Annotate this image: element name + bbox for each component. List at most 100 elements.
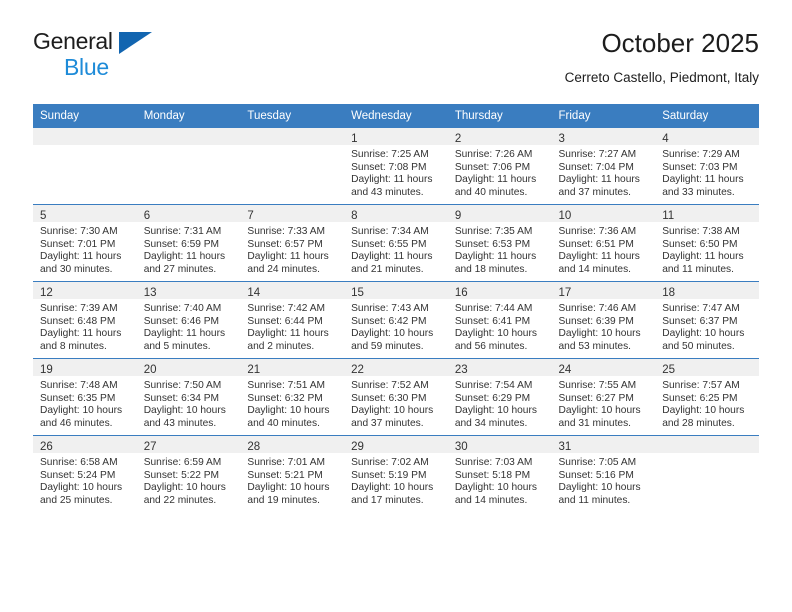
calendar-day-cell[interactable]: 1 Sunrise: 7:25 AM Sunset: 7:08 PM Daylight…	[344, 127, 448, 205]
calendar-day-cell[interactable]: 25 Sunrise: 7:57 AM Sunset: 6:25 PM Dayligh…	[655, 358, 759, 436]
calendar-day-cell[interactable]: 24 Sunrise: 7:55 AM Sunset: 6:27 PM Dayligh…	[551, 358, 656, 436]
sunset-text: Sunset: 7:08 PM	[351, 161, 427, 173]
sunrise-text: Sunrise: 7:51 AM	[247, 380, 325, 391]
calendar-day-cell[interactable]: 8 Sunrise: 7:34 AM Sunset: 6:55 PM Daylight…	[344, 204, 448, 282]
calendar-day-cell[interactable]: 20 Sunrise: 7:50 AM Sunset: 6:34 PM Dayligh…	[136, 358, 241, 436]
calendar-day-cell[interactable]: 7 Sunrise: 7:33 AM Sunset: 6:57 PM Daylight…	[240, 204, 345, 282]
sunset-text: Sunset: 6:37 PM	[662, 315, 738, 327]
calendar-day-cell[interactable]: 26 Sunrise: 6:58 AM Sunset: 5:24 PM Dayligh…	[33, 435, 137, 512]
sunrise-text: Sunrise: 7:38 AM	[662, 226, 740, 237]
day-cell-content	[136, 128, 241, 204]
general-blue-logo[interactable]: General Blue	[33, 28, 233, 88]
daylight-text-line1: Daylight: 10 hours	[143, 405, 226, 417]
sunrise-text: Sunrise: 7:25 AM	[351, 149, 429, 160]
day-cell-content: 31 Sunrise: 7:05 AM Sunset: 5:16 PM Dayligh…	[551, 436, 656, 512]
daylight-text-line2: and 28 minutes.	[662, 417, 735, 429]
day-number-band: 30	[447, 436, 552, 453]
calendar-day-cell[interactable]: 30 Sunrise: 7:03 AM Sunset: 5:18 PM Dayligh…	[447, 435, 552, 512]
day-cell-content: 25 Sunrise: 7:57 AM Sunset: 6:25 PM Dayligh…	[655, 359, 759, 435]
sunset-text: Sunset: 6:55 PM	[351, 238, 427, 250]
daylight-text-line2: and 11 minutes.	[662, 263, 734, 275]
day-number: 9	[454, 210, 462, 222]
logo-text-blue: Blue	[64, 54, 109, 80]
calendar-day-cell[interactable]: 19 Sunrise: 7:48 AM Sunset: 6:35 PM Dayligh…	[33, 358, 137, 436]
day-cell-content: 26 Sunrise: 6:58 AM Sunset: 5:24 PM Dayligh…	[33, 436, 137, 512]
calendar-day-cell[interactable]: 15 Sunrise: 7:43 AM Sunset: 6:42 PM Dayligh…	[344, 281, 448, 359]
logo-text-general: General	[33, 28, 113, 54]
day-number: 6	[143, 210, 151, 222]
calendar-week-row: 26 Sunrise: 6:58 AM Sunset: 5:24 PM Dayligh…	[33, 435, 759, 512]
day-sun-info: Sunrise: 6:59 AM Sunset: 5:22 PM Daylight:…	[137, 453, 241, 507]
calendar-day-cell[interactable]: 17 Sunrise: 7:46 AM Sunset: 6:39 PM Dayligh…	[551, 281, 656, 359]
day-cell-content: 8 Sunrise: 7:34 AM Sunset: 6:55 PM Daylight…	[344, 205, 448, 281]
day-cell-content: 17 Sunrise: 7:46 AM Sunset: 6:39 PM Dayligh…	[551, 282, 656, 358]
calendar-day-cell[interactable]: 4 Sunrise: 7:29 AM Sunset: 7:03 PM Daylight…	[655, 127, 759, 205]
sunrise-text: Sunrise: 7:31 AM	[143, 226, 222, 237]
day-cell-content: 3 Sunrise: 7:27 AM Sunset: 7:04 PM Daylight…	[551, 128, 656, 204]
calendar-day-cell[interactable]: 27 Sunrise: 6:59 AM Sunset: 5:22 PM Dayligh…	[136, 435, 241, 512]
daylight-text-line1: Daylight: 10 hours	[351, 328, 434, 340]
day-cell-content: 1 Sunrise: 7:25 AM Sunset: 7:08 PM Daylight…	[344, 128, 448, 204]
sunrise-text: Sunrise: 7:57 AM	[662, 380, 740, 391]
calendar-day-cell[interactable]: 5 Sunrise: 7:30 AM Sunset: 7:01 PM Daylight…	[33, 204, 137, 282]
day-number-band: 3	[551, 128, 656, 145]
calendar-day-cell[interactable]: 16 Sunrise: 7:44 AM Sunset: 6:41 PM Dayligh…	[447, 281, 552, 359]
sunrise-text: Sunrise: 7:44 AM	[454, 303, 533, 314]
calendar-day-cell[interactable]: 13 Sunrise: 7:40 AM Sunset: 6:46 PM Dayligh…	[136, 281, 241, 359]
day-cell-content: 16 Sunrise: 7:44 AM Sunset: 6:41 PM Dayligh…	[447, 282, 552, 358]
calendar-day-cell[interactable]: 9 Sunrise: 7:35 AM Sunset: 6:53 PM Daylight…	[447, 204, 552, 282]
daylight-text-line2: and 2 minutes.	[247, 340, 315, 352]
day-number-band: 19	[33, 359, 137, 376]
daylight-text-line2: and 27 minutes.	[143, 263, 217, 275]
calendar-day-cell[interactable]: 10 Sunrise: 7:36 AM Sunset: 6:51 PM Dayligh…	[551, 204, 656, 282]
calendar-week-row: 5 Sunrise: 7:30 AM Sunset: 7:01 PM Daylight…	[33, 204, 759, 282]
sunset-text: Sunset: 6:48 PM	[40, 315, 116, 327]
title-block: October 2025 Cerreto Castello, Piedmont,…	[565, 28, 759, 87]
day-sun-info: Sunrise: 7:43 AM Sunset: 6:42 PM Daylight:…	[344, 299, 448, 353]
day-number-band: 25	[655, 359, 759, 376]
weekday-header-row: Sunday Monday Tuesday Wednesday Thursday…	[33, 104, 759, 128]
day-sun-info: Sunrise: 7:40 AM Sunset: 6:46 PM Daylight:…	[137, 299, 241, 353]
day-number: 11	[662, 210, 675, 222]
calendar-day-cell[interactable]: 14 Sunrise: 7:42 AM Sunset: 6:44 PM Dayligh…	[240, 281, 345, 359]
day-number-band: 9	[447, 205, 552, 222]
calendar-day-cell[interactable]: 11 Sunrise: 7:38 AM Sunset: 6:50 PM Dayligh…	[655, 204, 759, 282]
daylight-text-line1: Daylight: 11 hours	[40, 328, 122, 340]
calendar-day-cell[interactable]: 21 Sunrise: 7:51 AM Sunset: 6:32 PM Dayligh…	[240, 358, 345, 436]
sunrise-text: Sunrise: 7:48 AM	[40, 380, 118, 391]
daylight-text-line1: Daylight: 11 hours	[351, 251, 433, 263]
calendar-day-cell[interactable]: 18 Sunrise: 7:47 AM Sunset: 6:37 PM Dayligh…	[655, 281, 759, 359]
daylight-text-line1: Daylight: 11 hours	[247, 328, 329, 340]
calendar-week-row: 1 Sunrise: 7:25 AM Sunset: 7:08 PM Daylight…	[33, 127, 759, 205]
daylight-text-line2: and 25 minutes.	[40, 494, 113, 506]
daylight-text-line1: Daylight: 10 hours	[558, 405, 641, 417]
calendar-day-cell[interactable]: 12 Sunrise: 7:39 AM Sunset: 6:48 PM Dayligh…	[33, 281, 137, 359]
sunset-text: Sunset: 6:46 PM	[143, 315, 220, 327]
day-cell-content: 24 Sunrise: 7:55 AM Sunset: 6:27 PM Dayligh…	[551, 359, 656, 435]
calendar-day-cell[interactable]: 2 Sunrise: 7:26 AM Sunset: 7:06 PM Daylight…	[447, 127, 552, 205]
daylight-text-line1: Daylight: 10 hours	[351, 482, 434, 494]
day-cell-content: 4 Sunrise: 7:29 AM Sunset: 7:03 PM Daylight…	[655, 128, 759, 204]
sunset-text: Sunset: 5:19 PM	[351, 469, 427, 481]
day-sun-info: Sunrise: 7:42 AM Sunset: 6:44 PM Daylight:…	[240, 299, 344, 353]
calendar-day-cell[interactable]: 29 Sunrise: 7:02 AM Sunset: 5:19 PM Dayligh…	[344, 435, 448, 512]
daylight-text-line1: Daylight: 11 hours	[558, 174, 640, 186]
day-number-band	[655, 436, 759, 453]
daylight-text-line1: Daylight: 10 hours	[558, 328, 641, 340]
calendar-day-cell[interactable]: 23 Sunrise: 7:54 AM Sunset: 6:29 PM Dayligh…	[447, 358, 552, 436]
calendar-day-cell[interactable]: 3 Sunrise: 7:27 AM Sunset: 7:04 PM Daylight…	[551, 127, 656, 205]
day-cell-content: 19 Sunrise: 7:48 AM Sunset: 6:35 PM Dayligh…	[33, 359, 137, 435]
sunset-text: Sunset: 6:57 PM	[247, 238, 323, 250]
location-subtitle: Cerreto Castello, Piedmont, Italy	[564, 70, 759, 85]
daylight-text-line1: Daylight: 10 hours	[247, 482, 330, 494]
day-number-band: 17	[551, 282, 656, 299]
calendar-day-cell[interactable]: 28 Sunrise: 7:01 AM Sunset: 5:21 PM Dayligh…	[240, 435, 345, 512]
sunset-text: Sunset: 7:06 PM	[454, 161, 531, 173]
daylight-text-line1: Daylight: 11 hours	[143, 251, 226, 263]
day-number: 16	[454, 287, 468, 299]
calendar-day-cell[interactable]: 31 Sunrise: 7:05 AM Sunset: 5:16 PM Dayligh…	[551, 435, 656, 512]
day-sun-info: Sunrise: 7:31 AM Sunset: 6:59 PM Daylight:…	[137, 222, 241, 276]
sunset-text: Sunset: 5:18 PM	[454, 469, 531, 481]
calendar-day-cell[interactable]: 22 Sunrise: 7:52 AM Sunset: 6:30 PM Dayligh…	[344, 358, 448, 436]
calendar-day-cell[interactable]: 6 Sunrise: 7:31 AM Sunset: 6:59 PM Daylight…	[136, 204, 241, 282]
